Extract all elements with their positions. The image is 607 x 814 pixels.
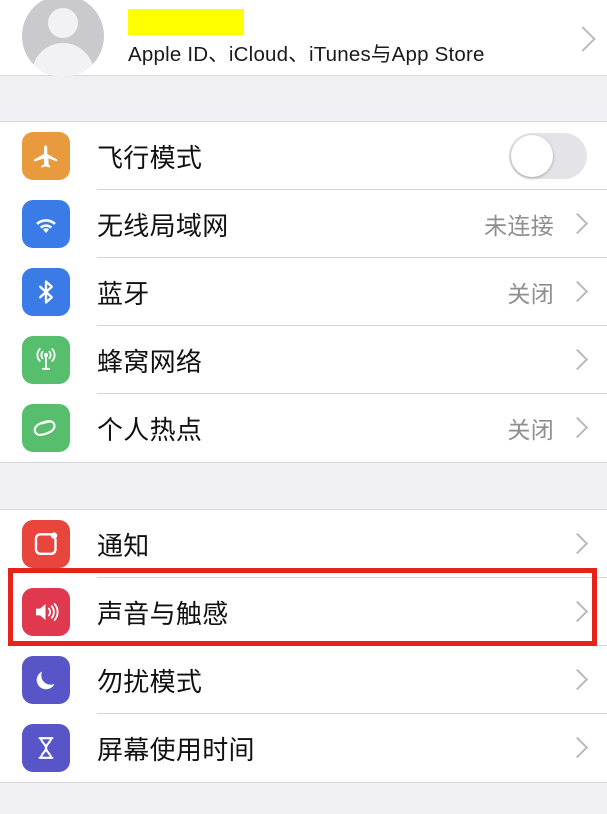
row-label: 勿扰模式 — [97, 666, 203, 697]
group-gap-middle — [0, 462, 607, 510]
chevron-right-icon — [567, 669, 589, 691]
chevron-right-icon — [571, 27, 593, 49]
row-sounds-and-haptics[interactable]: 声音与触感 — [0, 578, 607, 646]
row-value: 关闭 — [507, 417, 554, 443]
row-value: 关闭 — [507, 281, 554, 307]
bluetooth-icon — [22, 268, 70, 316]
avatar — [22, 0, 104, 77]
row-label: 通知 — [97, 530, 150, 561]
row-label: 声音与触感 — [97, 598, 229, 629]
row-label: 个人热点 — [97, 414, 203, 445]
row-notifications[interactable]: 通知 — [0, 510, 607, 578]
avatar-head-shape — [48, 7, 78, 38]
row-do-not-disturb[interactable]: 勿扰模式 — [0, 646, 607, 714]
chevron-right-icon — [567, 737, 589, 759]
chevron-right-icon — [567, 213, 589, 235]
avatar-body-shape — [32, 42, 94, 77]
airplane-mode-toggle[interactable] — [509, 133, 587, 179]
chevron-right-icon — [567, 349, 589, 371]
group-connectivity: 飞行模式 无线局域网 未连接 蓝牙 关闭 蜂窝网络 个人热点 关闭 — [0, 122, 607, 462]
moon-do-not-disturb-icon — [22, 656, 70, 704]
hourglass-screen-time-icon — [22, 724, 70, 772]
account-subtitle: Apple ID、iCloud、iTunes与App Store — [128, 42, 485, 66]
row-personal-hotspot[interactable]: 个人热点 关闭 — [0, 394, 607, 462]
row-bluetooth[interactable]: 蓝牙 关闭 — [0, 258, 607, 326]
chevron-right-icon — [567, 533, 589, 555]
chevron-right-icon — [567, 601, 589, 623]
row-screen-time[interactable]: 屏幕使用时间 — [0, 714, 607, 782]
toggle-knob — [511, 135, 553, 177]
row-wifi[interactable]: 无线局域网 未连接 — [0, 190, 607, 258]
row-label: 屏幕使用时间 — [97, 734, 255, 765]
row-label: 无线局域网 — [97, 210, 229, 241]
notifications-icon — [22, 520, 70, 568]
cellular-antenna-icon — [22, 336, 70, 384]
row-value: 未连接 — [484, 213, 554, 239]
speaker-sound-icon — [22, 588, 70, 636]
row-label: 蓝牙 — [97, 278, 150, 309]
settings-screen: Apple ID、iCloud、iTunes与App Store 飞行模式 无线… — [0, 0, 607, 814]
group-gap-top — [0, 75, 607, 122]
personal-hotspot-link-icon — [22, 404, 70, 452]
group-alerts: 通知 声音与触感 勿扰模式 屏幕使用时间 — [0, 510, 607, 782]
row-cellular[interactable]: 蜂窝网络 — [0, 326, 607, 394]
apple-id-account-row[interactable]: Apple ID、iCloud、iTunes与App Store — [0, 0, 607, 77]
row-label: 飞行模式 — [97, 142, 203, 173]
row-label: 蜂窝网络 — [97, 346, 203, 377]
chevron-right-icon — [567, 281, 589, 303]
chevron-right-icon — [567, 417, 589, 439]
row-airplane-mode[interactable]: 飞行模式 — [0, 122, 607, 190]
redacted-name-block — [128, 8, 244, 35]
airplane-icon — [22, 132, 70, 180]
wifi-icon — [22, 200, 70, 248]
account-text-block: Apple ID、iCloud、iTunes与App Store — [128, 8, 571, 67]
group-gap-bottom — [0, 782, 607, 814]
